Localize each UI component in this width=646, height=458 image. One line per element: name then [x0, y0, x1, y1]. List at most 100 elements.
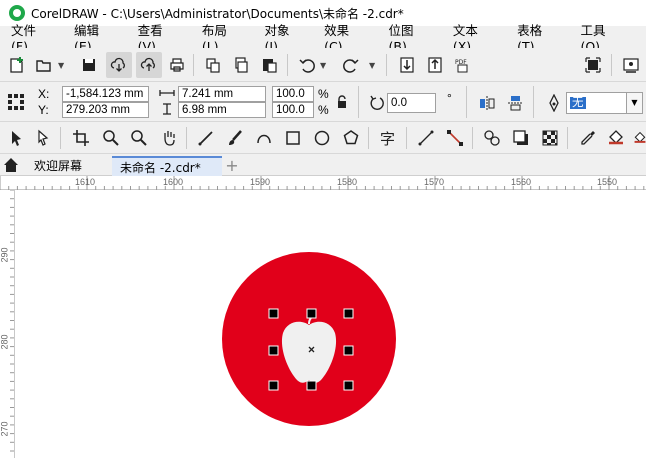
shadow-tool-icon[interactable] — [510, 127, 532, 149]
eyedropper-tool-icon[interactable] — [577, 127, 599, 149]
chevron-down-icon[interactable]: ▼ — [58, 61, 64, 70]
polygon-tool-icon[interactable] — [340, 127, 362, 149]
brush-tool-icon[interactable] — [224, 127, 246, 149]
horizontal-ruler-ticks — [0, 176, 645, 190]
paste-icon[interactable] — [258, 54, 280, 76]
outline-width-dropdown-button[interactable]: ▼ — [627, 92, 643, 114]
document-tabs: 欢迎屏幕 未命名 -2.cdr* + — [0, 154, 646, 176]
open-icon[interactable] — [33, 54, 55, 76]
scale-width-input[interactable] — [272, 86, 314, 102]
vertical-ruler-ticks — [10, 190, 14, 452]
tab-active-document[interactable]: 未命名 -2.cdr* — [112, 156, 222, 176]
connector-tool-icon[interactable] — [415, 127, 437, 149]
save-icon[interactable] — [78, 54, 100, 76]
curve-tool-icon[interactable] — [253, 127, 275, 149]
print-icon[interactable] — [166, 54, 188, 76]
ruler-label: 280 — [0, 334, 10, 350]
chevron-down-icon[interactable]: ▼ — [320, 61, 326, 70]
undo-icon[interactable] — [296, 54, 318, 76]
rotation-input[interactable] — [387, 93, 436, 113]
vertical-ruler[interactable]: 290 280 270 — [0, 190, 15, 458]
outline-pen-icon — [543, 92, 565, 114]
zoom-tool-icon[interactable] — [100, 127, 122, 149]
horizontal-ruler[interactable]: 1610 1600 1590 1580 1570 1560 1550 — [0, 176, 646, 190]
y-label: Y: — [38, 103, 49, 117]
rectangle-tool-icon[interactable] — [282, 127, 304, 149]
x-position-input[interactable] — [62, 86, 149, 102]
handle-top-middle[interactable] — [306, 308, 317, 319]
height-input[interactable] — [178, 102, 266, 118]
mirror-horizontal-icon[interactable] — [476, 92, 498, 114]
toolbar-separator — [472, 127, 473, 149]
toolbar-separator — [368, 127, 369, 149]
outline-width-value: 无 — [570, 97, 586, 109]
ruler-label: 270 — [0, 421, 10, 437]
handle-top-right[interactable] — [343, 308, 354, 319]
handle-bottom-left[interactable] — [268, 380, 279, 391]
crop-tool-icon[interactable] — [70, 127, 92, 149]
mirror-vertical-icon[interactable] — [504, 92, 526, 114]
handle-middle-left[interactable] — [268, 345, 279, 356]
scale-height-input[interactable] — [272, 102, 314, 118]
cloud-import-icon[interactable] — [106, 52, 132, 78]
copy-icon[interactable] — [202, 54, 224, 76]
degree-label: ° — [447, 91, 452, 105]
options-icon[interactable] — [620, 54, 642, 76]
cloud-export-icon[interactable] — [136, 52, 162, 78]
window-title: CorelDRAW - C:\Users\Administrator\Docum… — [31, 6, 404, 21]
export-icon[interactable] — [424, 54, 446, 76]
svg-text:字: 字 — [380, 130, 395, 147]
width-input[interactable] — [178, 86, 266, 102]
object-origin-icon[interactable] — [5, 91, 27, 113]
handle-bottom-middle[interactable] — [306, 380, 317, 391]
fill-tool-icon[interactable] — [605, 127, 627, 149]
toolbar-separator — [186, 127, 187, 149]
ruler-label: 1610 — [75, 177, 96, 187]
outline-width-select[interactable]: 无 — [566, 92, 627, 114]
drawing-canvas[interactable] — [15, 191, 646, 458]
handle-middle-right[interactable] — [343, 345, 354, 356]
percent-label: % — [318, 87, 329, 101]
tab-welcome-screen[interactable]: 欢迎屏幕 — [26, 156, 90, 176]
percent-label: % — [318, 103, 329, 117]
search-icon[interactable] — [128, 127, 150, 149]
shape-tool-icon[interactable] — [33, 127, 55, 149]
pan-tool-icon[interactable] — [158, 127, 180, 149]
chevron-down-icon[interactable]: ▼ — [369, 61, 375, 70]
toolbar-separator — [533, 86, 534, 118]
ruler-label: 1550 — [597, 177, 618, 187]
dimension-tool-icon[interactable] — [444, 127, 466, 149]
blend-tool-icon[interactable] — [481, 127, 503, 149]
freehand-tool-icon[interactable] — [195, 127, 217, 149]
pdf-icon[interactable]: PDF — [452, 54, 474, 76]
interactive-fill-icon[interactable] — [633, 127, 646, 149]
text-tool-icon[interactable]: 字 — [377, 127, 399, 149]
transparency-tool-icon[interactable] — [539, 127, 561, 149]
handle-bottom-right[interactable] — [343, 380, 354, 391]
redo-icon[interactable] — [340, 54, 362, 76]
toolbox: 字 — [0, 122, 646, 154]
ruler-label: 1560 — [511, 177, 532, 187]
home-icon[interactable] — [2, 156, 20, 174]
lock-icon[interactable] — [334, 94, 350, 110]
toolbar-separator — [406, 127, 407, 149]
x-label: X: — [38, 87, 50, 101]
fullscreen-icon[interactable] — [582, 54, 604, 76]
menu-bar: 文件(F) 编辑(E) 查看(V) 布局(L) 对象(J) 效果(C) 位图(B… — [0, 23, 646, 54]
toolbar-separator — [466, 86, 467, 118]
rotation-icon — [366, 92, 388, 114]
new-doc-icon[interactable] — [6, 54, 28, 76]
pick-tool-icon[interactable] — [5, 127, 27, 149]
standard-toolbar: ▼ ▼ ▼ PDF ▼ — [0, 48, 646, 123]
add-tab-icon[interactable]: + — [223, 156, 241, 175]
import-icon[interactable] — [396, 54, 418, 76]
y-position-input[interactable] — [62, 102, 149, 118]
ellipse-tool-icon[interactable] — [311, 127, 333, 149]
width-icon — [158, 85, 176, 101]
toolbar-separator — [567, 127, 568, 149]
duplicate-icon[interactable] — [230, 54, 252, 76]
toolbar-separator — [193, 54, 194, 76]
toolbar-separator — [287, 54, 288, 76]
handle-top-left[interactable] — [268, 308, 279, 319]
ruler-label: 1590 — [250, 177, 271, 187]
